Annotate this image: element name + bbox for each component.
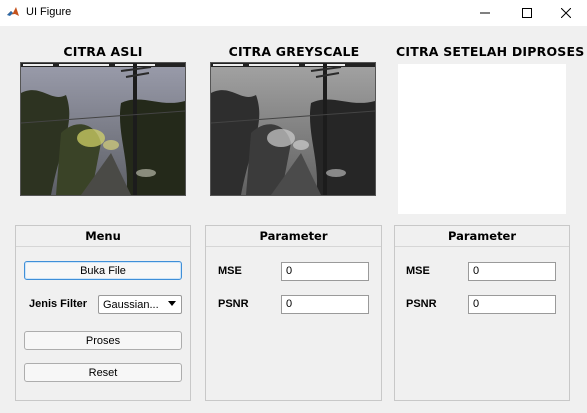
parameter-panel-title: Parameter: [395, 226, 569, 247]
window-title: UI Figure: [26, 6, 72, 18]
mse-label: MSE: [218, 265, 242, 277]
open-file-button[interactable]: Buka File: [24, 261, 182, 280]
original-image: [20, 62, 186, 196]
process-button[interactable]: Proses: [24, 331, 182, 350]
mse-field[interactable]: 0: [468, 262, 556, 281]
parameter-panel-greyscale: Parameter MSE 0 PSNR 0: [205, 225, 382, 401]
psnr-field[interactable]: 0: [281, 295, 369, 314]
reset-button[interactable]: Reset: [24, 363, 182, 382]
close-icon: [561, 8, 571, 18]
maximize-icon: [522, 8, 532, 18]
greyscale-image: [210, 62, 376, 196]
psnr-label: PSNR: [406, 298, 437, 310]
mse-label: MSE: [406, 265, 430, 277]
window-titlebar: UI Figure: [0, 0, 587, 26]
minimize-button[interactable]: [464, 0, 506, 26]
matlab-icon: [6, 5, 20, 19]
menu-panel-title: Menu: [16, 226, 190, 247]
filter-type-dropdown[interactable]: Gaussian...: [98, 295, 182, 314]
filter-type-label: Jenis Filter: [29, 298, 88, 310]
mse-field[interactable]: 0: [281, 262, 369, 281]
processed-image-title: CITRA SETELAH DIPROSES: [396, 44, 585, 59]
minimize-icon: [480, 12, 490, 14]
processed-image: [398, 64, 566, 214]
psnr-field[interactable]: 0: [468, 295, 556, 314]
filter-type-selected: Gaussian...: [103, 298, 159, 311]
parameter-panel-title: Parameter: [206, 226, 381, 247]
psnr-label: PSNR: [218, 298, 249, 310]
greyscale-image-title: CITRA GREYSCALE: [228, 44, 360, 59]
original-image-title: CITRA ASLI: [63, 44, 143, 59]
parameter-panel-processed: Parameter MSE 0 PSNR 0: [394, 225, 570, 401]
menu-panel: Menu Buka File Jenis Filter Gaussian... …: [15, 225, 191, 401]
close-button[interactable]: [545, 0, 587, 26]
chevron-down-icon: [168, 301, 176, 306]
maximize-button[interactable]: [506, 0, 548, 26]
